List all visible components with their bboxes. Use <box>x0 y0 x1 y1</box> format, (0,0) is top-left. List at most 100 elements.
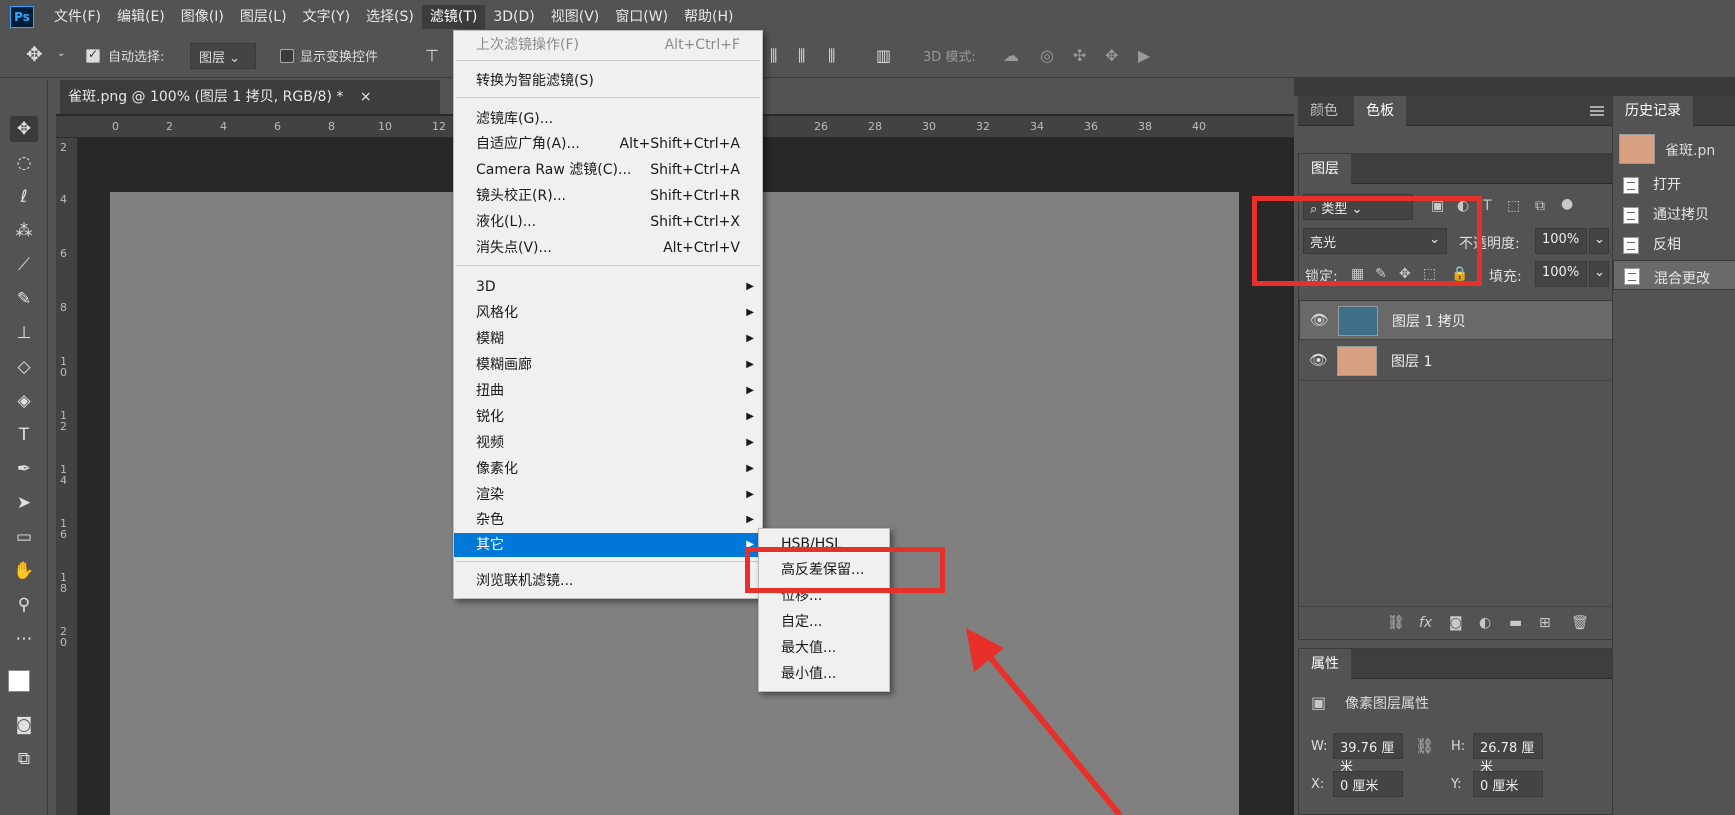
submenu-item-minimum[interactable]: 最小值... <box>759 662 889 686</box>
show-transform-checkbox[interactable] <box>280 49 294 63</box>
move-tool-icon[interactable]: ✥ <box>10 116 38 142</box>
menu-help[interactable]: 帮助(H) <box>676 5 741 29</box>
quick-mask-icon[interactable]: ◙ <box>10 712 38 738</box>
type-tool-icon[interactable]: T <box>10 422 38 448</box>
menu-image[interactable]: 图像(I) <box>173 5 232 29</box>
menu-item-other[interactable]: 其它 ▶ <box>454 533 762 557</box>
snapshot-thumbnail[interactable] <box>1619 134 1655 164</box>
menu-window[interactable]: 窗口(W) <box>607 5 676 29</box>
history-item[interactable]: 混合更改 <box>1613 260 1735 290</box>
menu-item-render[interactable]: 渲染 ▶ <box>454 483 762 507</box>
3d-scale-icon[interactable]: ▶ <box>1138 46 1150 65</box>
chevron-down-icon[interactable]: ⌄ <box>57 48 65 59</box>
panel-menu-icon[interactable] <box>1590 106 1604 116</box>
fill-input[interactable]: 100% <box>1535 261 1587 287</box>
link-dimensions-icon[interactable]: ⛓ <box>1415 737 1434 755</box>
menu-item-stylize[interactable]: 风格化 ▶ <box>454 301 762 325</box>
screen-mode-icon[interactable]: ⧉ <box>10 746 38 772</box>
tab-color[interactable]: 颜色 <box>1298 96 1350 126</box>
menu-item-adaptive-wide-angle[interactable]: 自适应广角(A)... Alt+Shift+Ctrl+A <box>454 132 762 156</box>
align-top-icon[interactable]: ⊤ <box>425 46 439 65</box>
menu-view[interactable]: 视图(V) <box>543 5 608 29</box>
marquee-tool-icon[interactable]: ◌ <box>10 150 38 176</box>
history-item[interactable]: 通过拷贝 <box>1613 200 1735 230</box>
add-mask-icon[interactable]: ◙ <box>1449 615 1463 631</box>
path-select-icon[interactable]: ➤ <box>10 490 38 516</box>
eraser-tool-icon[interactable]: ◇ <box>10 354 38 380</box>
submenu-item-custom[interactable]: 自定... <box>759 610 889 634</box>
fx-icon[interactable]: fx <box>1419 615 1432 631</box>
layer-row[interactable]: 👁 图层 1 <box>1299 341 1627 381</box>
menu-item-distort[interactable]: 扭曲 ▶ <box>454 379 762 403</box>
3d-pan-icon[interactable]: ✣ <box>1073 46 1086 65</box>
menu-layer[interactable]: 图层(L) <box>232 5 295 29</box>
pen-tool-icon[interactable]: ✒ <box>10 456 38 482</box>
foreground-color[interactable] <box>8 670 30 692</box>
adjustment-layer-icon[interactable]: ◐ <box>1479 615 1491 631</box>
brush-tool-icon[interactable]: ✎ <box>10 286 38 312</box>
rectangle-tool-icon[interactable]: ▭ <box>10 524 38 550</box>
more-tools-icon[interactable]: ⋯ <box>10 626 38 652</box>
3d-roll-icon[interactable]: ◎ <box>1040 46 1054 65</box>
auto-align-icon[interactable]: ▥ <box>876 46 891 65</box>
document-tab[interactable]: 雀斑.png @ 100% (图层 1 拷贝, RGB/8) * × <box>60 80 440 114</box>
magic-wand-icon[interactable]: ⁂ <box>10 218 38 244</box>
link-layers-icon[interactable]: ⛓ <box>1387 615 1405 631</box>
close-tab-icon[interactable]: × <box>360 89 372 105</box>
filter-smart-object-icon[interactable]: ⧉ <box>1535 198 1545 214</box>
snapshot-name[interactable]: 雀斑.pn <box>1665 140 1715 160</box>
filter-type-icon[interactable]: T <box>1483 198 1492 214</box>
fill-slider-toggle[interactable]: ⌄ <box>1589 261 1609 287</box>
menu-item-pixelate[interactable]: 像素化 ▶ <box>454 457 762 481</box>
3d-orbit-icon[interactable]: ☁ <box>1003 46 1019 65</box>
lasso-tool-icon[interactable]: ℓ <box>10 184 38 210</box>
x-input[interactable]: 0 厘米 <box>1333 771 1403 797</box>
opacity-slider-toggle[interactable]: ⌄ <box>1589 228 1609 254</box>
menu-item-liquify[interactable]: 液化(L)... Shift+Ctrl+X <box>454 210 762 234</box>
new-group-icon[interactable]: ▬ <box>1509 615 1522 631</box>
new-layer-icon[interactable]: ⊞ <box>1539 615 1551 631</box>
layer-name[interactable]: 图层 1 <box>1391 351 1432 371</box>
menu-file[interactable]: 文件(F) <box>46 5 109 29</box>
menu-item-browse-filters-online[interactable]: 浏览联机滤镜... <box>454 569 762 593</box>
width-input[interactable]: 39.76 厘米 <box>1333 733 1403 775</box>
menu-filter[interactable]: 滤镜(T) <box>421 5 486 29</box>
visibility-eye-icon[interactable]: 👁 <box>1310 311 1329 329</box>
y-input[interactable]: 0 厘米 <box>1473 771 1543 797</box>
filter-shape-icon[interactable]: ⬚ <box>1507 198 1520 214</box>
tab-history[interactable]: 历史记录 <box>1613 96 1693 126</box>
layer-row[interactable]: 👁 图层 1 拷贝 <box>1299 300 1627 340</box>
submenu-item-maximum[interactable]: 最大值... <box>759 636 889 660</box>
history-item[interactable]: 反相 <box>1613 230 1735 260</box>
menu-3d[interactable]: 3D(D) <box>485 5 542 29</box>
filter-toggle-icon[interactable]: ● <box>1561 196 1573 212</box>
menu-item-convert-smart-filter[interactable]: 转换为智能滤镜(S) <box>454 69 762 93</box>
hand-tool-icon[interactable]: ✋ <box>10 558 38 584</box>
menu-item-3d[interactable]: 3D ▶ <box>454 275 762 299</box>
menu-item-vanishing-point[interactable]: 消失点(V)... Alt+Ctrl+V <box>454 236 762 260</box>
zoom-tool-icon[interactable]: ⚲ <box>10 592 38 618</box>
visibility-eye-icon[interactable]: 👁 <box>1309 351 1328 369</box>
menu-type[interactable]: 文字(Y) <box>295 5 358 29</box>
delete-layer-icon[interactable]: 🗑 <box>1571 615 1589 631</box>
tab-properties[interactable]: 属性 <box>1299 649 1351 679</box>
menu-select[interactable]: 选择(S) <box>358 5 422 29</box>
paint-bucket-icon[interactable]: ◈ <box>10 388 38 414</box>
tab-layers[interactable]: 图层 <box>1299 154 1351 184</box>
opacity-input[interactable]: 100% <box>1535 228 1587 254</box>
distribute-icon[interactable]: ⫼ <box>770 46 777 66</box>
menu-item-video[interactable]: 视频 ▶ <box>454 431 762 455</box>
layer-name[interactable]: 图层 1 拷贝 <box>1392 311 1466 331</box>
menu-edit[interactable]: 编辑(E) <box>109 5 173 29</box>
move-tool-icon[interactable]: ✥ <box>26 42 43 66</box>
history-item[interactable]: 打开 <box>1613 170 1735 200</box>
menu-item-noise[interactable]: 杂色 ▶ <box>454 508 762 532</box>
menu-item-sharpen[interactable]: 锐化 ▶ <box>454 405 762 429</box>
menu-item-filter-gallery[interactable]: 滤镜库(G)... <box>454 107 762 131</box>
auto-select-dropdown[interactable]: 图层 ⌄ <box>190 43 256 69</box>
menu-item-blur[interactable]: 模糊 ▶ <box>454 327 762 351</box>
height-input[interactable]: 26.78 厘米 <box>1473 733 1543 775</box>
distribute-center-icon[interactable]: ⫼ <box>798 46 805 66</box>
eyedropper-icon[interactable]: ⟋ <box>10 252 38 278</box>
menu-item-blur-gallery[interactable]: 模糊画廊 ▶ <box>454 353 762 377</box>
